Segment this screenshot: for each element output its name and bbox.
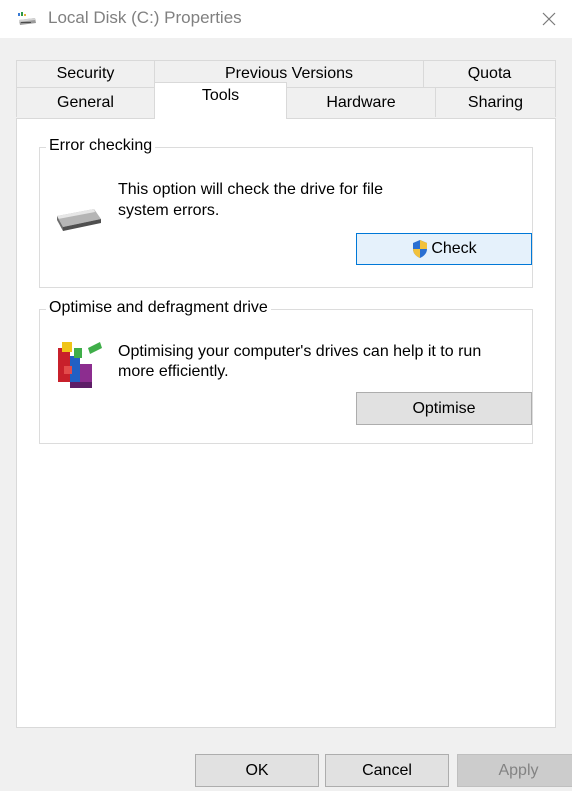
tab-hardware[interactable]: Hardware bbox=[286, 87, 436, 117]
close-icon bbox=[542, 12, 556, 26]
error-checking-line-2: system errors. bbox=[118, 202, 220, 219]
error-checking-line-1: This option will check the drive for fil… bbox=[118, 181, 383, 198]
uac-shield-icon bbox=[413, 240, 428, 258]
window-title: Local Disk (C:) Properties bbox=[48, 8, 242, 27]
tools-tab-panel: Error checking This option will check th… bbox=[16, 118, 556, 728]
title-bar: Local Disk (C:) Properties bbox=[0, 0, 572, 38]
check-button-label: Check bbox=[431, 240, 477, 257]
optimise-group: Optimise and defragment drive Optimising… bbox=[39, 299, 533, 444]
ok-button[interactable]: OK bbox=[195, 754, 319, 787]
hard-drive-icon bbox=[57, 209, 101, 231]
tab-general[interactable]: General bbox=[16, 87, 155, 117]
cancel-button[interactable]: Cancel bbox=[325, 754, 449, 787]
optimise-heading: Optimise and defragment drive bbox=[46, 299, 271, 317]
dialog-button-bar: OK Cancel Apply bbox=[0, 729, 572, 791]
error-checking-group: Error checking This option will check th… bbox=[39, 137, 533, 288]
close-button[interactable] bbox=[526, 0, 572, 38]
properties-dialog: Local Disk (C:) Properties Security Prev… bbox=[0, 0, 572, 791]
apply-button[interactable]: Apply bbox=[457, 754, 572, 787]
tab-quota[interactable]: Quota bbox=[423, 60, 556, 87]
drive-icon bbox=[18, 12, 36, 25]
tab-tools[interactable]: Tools bbox=[154, 82, 287, 119]
tab-security[interactable]: Security bbox=[16, 60, 155, 87]
error-checking-heading: Error checking bbox=[46, 137, 156, 155]
dialog-content: Security Previous Versions Quota General… bbox=[0, 38, 572, 729]
defrag-icon bbox=[58, 342, 102, 388]
tab-sharing[interactable]: Sharing bbox=[435, 87, 556, 117]
check-button[interactable]: Check bbox=[356, 233, 532, 265]
optimise-line-2: more efficiently. bbox=[118, 363, 229, 380]
optimise-button[interactable]: Optimise bbox=[356, 392, 532, 425]
optimise-line-1: Optimising your computer's drives can he… bbox=[118, 343, 482, 360]
